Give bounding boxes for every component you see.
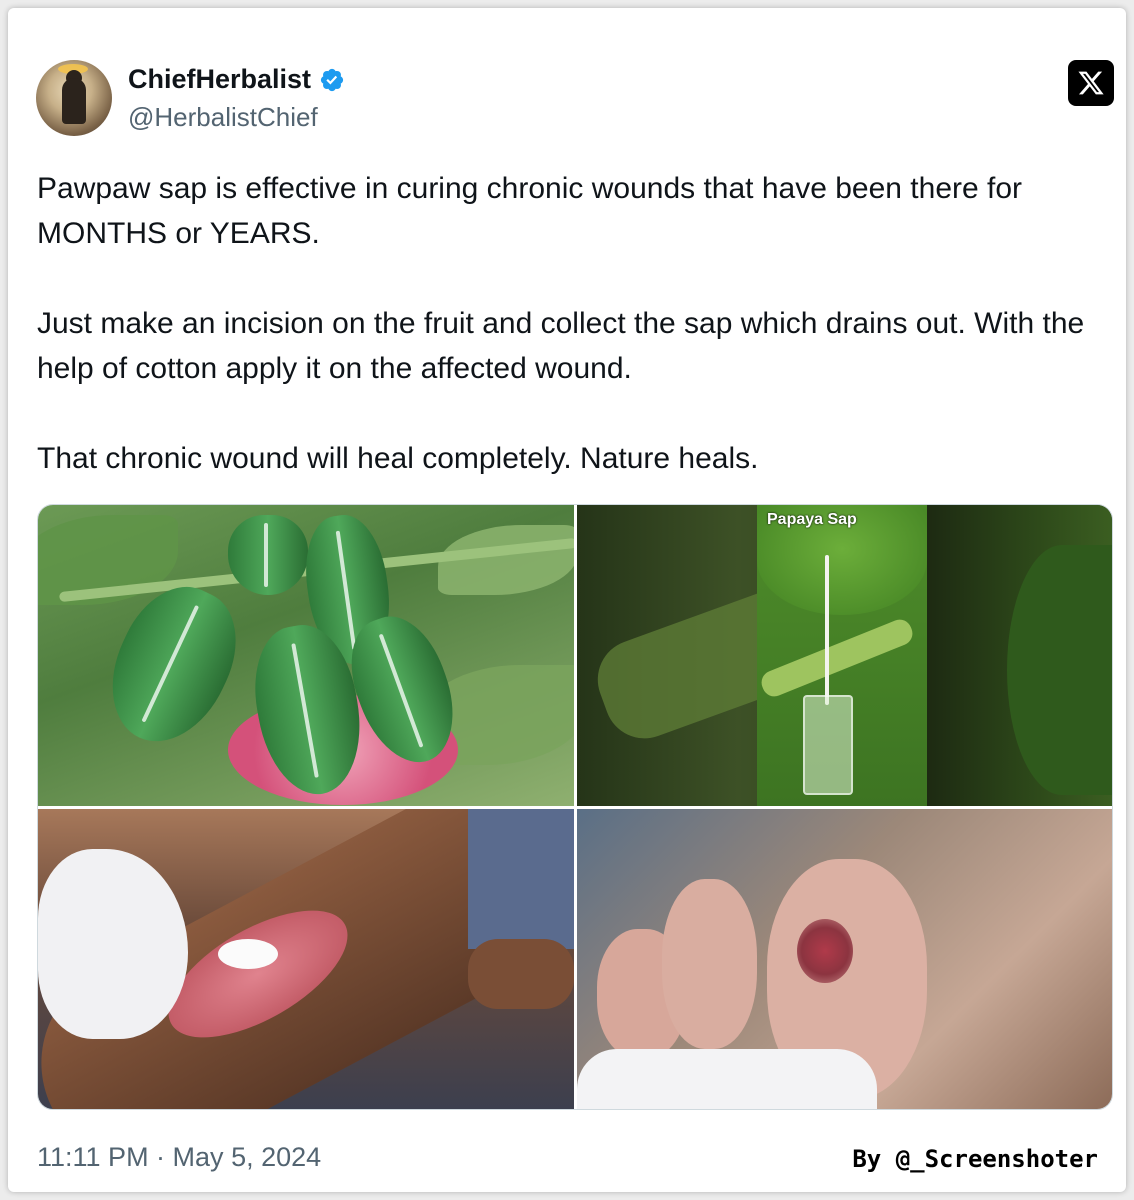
verified-badge-icon: [320, 68, 344, 91]
author-display-name[interactable]: ChiefHerbalist: [128, 64, 311, 95]
papaya-sap-photo[interactable]: Papaya Sap: [577, 505, 1112, 806]
leg-wound-photo[interactable]: [38, 809, 574, 1109]
media-grid: Papaya Sap: [37, 504, 1113, 1110]
author-name-row: ChiefHerbalist: [128, 64, 345, 95]
author-handle[interactable]: @HerbalistChief: [128, 102, 318, 133]
tweet-timestamp[interactable]: 11:11 PM · May 5, 2024: [37, 1142, 321, 1173]
papaya-sap-label: Papaya Sap: [767, 511, 857, 528]
x-logo-icon[interactable]: [1068, 60, 1114, 106]
tweet-paragraph: Pawpaw sap is effective in curing chroni…: [37, 172, 1023, 250]
tweet-text: Pawpaw sap is effective in curing chroni…: [37, 166, 1112, 481]
tweet-card: ChiefHerbalist @HerbalistChief Pawpaw sa…: [8, 8, 1126, 1192]
author-avatar[interactable]: [36, 60, 112, 136]
foot-ulcer-photo[interactable]: [577, 809, 1112, 1109]
papaya-fruit-photo[interactable]: [38, 505, 574, 806]
screenshot-credit: By @_Screenshoter: [852, 1145, 1098, 1173]
tweet-paragraph: Just make an incision on the fruit and c…: [37, 307, 1085, 385]
tweet-paragraph: That chronic wound will heal completely.…: [37, 442, 759, 475]
